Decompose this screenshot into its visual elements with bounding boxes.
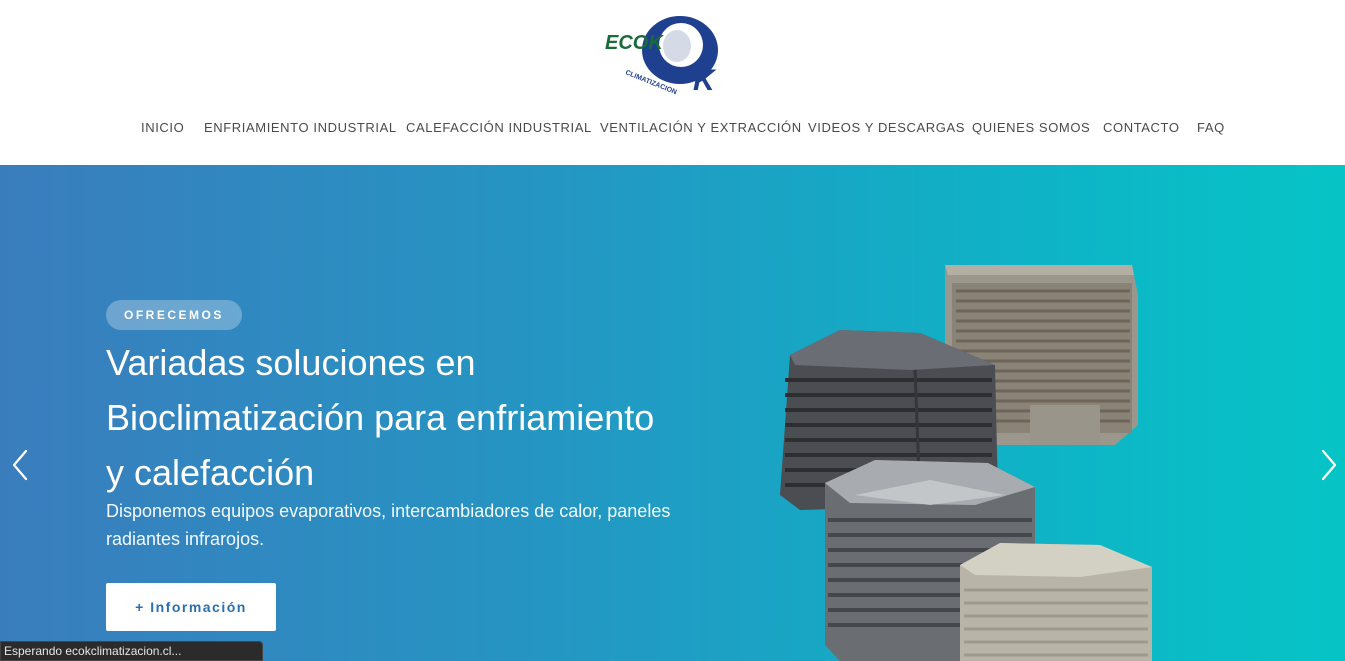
nav-quienes-somos[interactable]: QUIENES SOMOS: [972, 120, 1090, 135]
evaporative-coolers-image: [780, 265, 1152, 661]
chevron-left-icon[interactable]: [6, 447, 36, 483]
nav-ventilacion-extraccion[interactable]: VENTILACIÓN Y EXTRACCIÓN: [600, 120, 802, 135]
nav-contacto[interactable]: CONTACTO: [1103, 120, 1180, 135]
hero-headline-line: y calefacción: [106, 452, 315, 493]
nav-faq[interactable]: FAQ: [1197, 120, 1225, 135]
more-info-button[interactable]: + Información: [106, 583, 276, 631]
site-header: ECOK K CLIMATIZACION INICIO ENFRIAMIENTO…: [0, 0, 1345, 165]
hero-subtext: Disponemos equipos evaporativos, interca…: [106, 497, 696, 553]
hero-subtext-line: Disponemos equipos evaporativos, interca…: [106, 501, 671, 521]
svg-text:ECOK: ECOK: [605, 32, 664, 54]
hero-badge: OFRECEMOS: [106, 300, 242, 330]
main-nav: INICIO ENFRIAMIENTO INDUSTRIAL CALEFACCI…: [0, 120, 1345, 140]
svg-text:K: K: [693, 64, 717, 97]
chevron-right-icon[interactable]: [1313, 447, 1343, 483]
hero-headline: Variadas soluciones en Bioclimatización …: [106, 335, 706, 500]
nav-calefaccion-industrial[interactable]: CALEFACCIÓN INDUSTRIAL: [406, 120, 592, 135]
hero-subtext-line: radiantes infrarojos.: [106, 529, 265, 549]
hero-headline-line: Bioclimatización para enfriamiento: [106, 397, 655, 438]
browser-status-bar: Esperando ecokclimatizacion.cl...: [0, 641, 263, 661]
ecok-logo[interactable]: ECOK K CLIMATIZACION: [605, 12, 730, 97]
nav-videos-descargas[interactable]: VIDEOS Y DESCARGAS: [808, 120, 965, 135]
cooler-light-right: [960, 543, 1152, 661]
nav-enfriamiento-industrial[interactable]: ENFRIAMIENTO INDUSTRIAL: [204, 120, 397, 135]
hero-headline-line: Variadas soluciones en: [106, 342, 476, 383]
nav-inicio[interactable]: INICIO: [141, 120, 184, 135]
hero-slider: OFRECEMOS Variadas soluciones en Bioclim…: [0, 165, 1345, 661]
